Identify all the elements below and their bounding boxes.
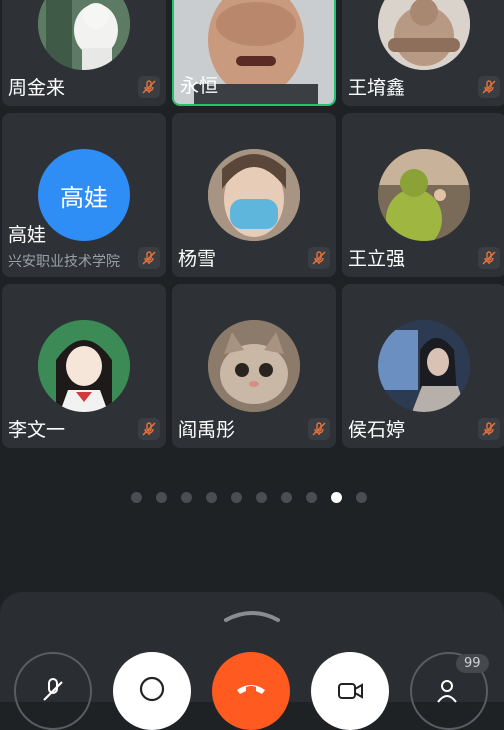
mic-off-icon <box>138 247 160 269</box>
page-dot[interactable] <box>356 492 367 503</box>
mic-off-icon <box>43 678 63 701</box>
participant-tile-active-speaker[interactable]: 永恒 <box>172 0 336 106</box>
mic-off-icon <box>308 418 330 440</box>
avatar <box>208 320 300 412</box>
avatar <box>208 149 300 241</box>
mic-off-icon <box>138 76 160 98</box>
participant-name: 李文一 <box>8 419 66 441</box>
expand-handle-icon[interactable] <box>222 606 282 628</box>
page-indicator[interactable] <box>131 492 367 503</box>
page-dot[interactable] <box>281 492 292 503</box>
mute-mic-button[interactable] <box>14 652 92 730</box>
avatar <box>38 320 130 412</box>
end-call-button[interactable] <box>212 652 290 730</box>
participant-name: 王堉鑫 <box>348 77 406 99</box>
avatar <box>378 149 470 241</box>
participant-name: 高娃 <box>8 224 47 246</box>
avatar <box>38 0 130 70</box>
participant-name: 侯石婷 <box>348 419 406 441</box>
participant-name: 王立强 <box>348 248 406 270</box>
participants-count-badge: 99 <box>456 654 489 673</box>
camera-button[interactable] <box>311 652 389 730</box>
page-dot[interactable] <box>156 492 167 503</box>
avatar: 高娃 <box>38 149 130 241</box>
page-dot[interactable] <box>256 492 267 503</box>
video-camera-icon <box>338 683 363 699</box>
mic-off-icon <box>138 418 160 440</box>
avatar <box>378 0 470 70</box>
participant-name: 杨雪 <box>178 248 217 270</box>
participant-tile[interactable]: 高娃 高娃 兴安职业技术学院 <box>2 113 166 277</box>
mic-off-icon <box>308 247 330 269</box>
participant-name: 周金来 <box>8 77 66 99</box>
participant-name: 阎禹彤 <box>178 419 236 441</box>
participant-tile[interactable]: 王堉鑫 <box>342 0 504 106</box>
people-icon <box>437 680 457 703</box>
page-dot[interactable] <box>206 492 217 503</box>
avatar-initials: 高娃 <box>60 183 108 212</box>
page-dot[interactable] <box>231 492 242 503</box>
page-dot[interactable] <box>306 492 317 503</box>
participant-organization: 兴安职业技术学院 <box>8 254 120 270</box>
speaker-button[interactable] <box>113 652 191 730</box>
page-dot-current[interactable] <box>331 492 342 503</box>
participant-tile[interactable]: 杨雪 <box>172 113 336 277</box>
mic-off-icon <box>478 76 500 98</box>
participant-tile[interactable]: 侯石婷 <box>342 284 504 448</box>
speaker-icon <box>139 676 165 702</box>
page-dot[interactable] <box>131 492 142 503</box>
page-dot[interactable] <box>181 492 192 503</box>
avatar <box>378 320 470 412</box>
participant-tile[interactable]: 阎禹彤 <box>172 284 336 448</box>
participant-tile[interactable]: 王立强 <box>342 113 504 277</box>
participant-tile[interactable]: 李文一 <box>2 284 166 448</box>
mic-off-icon <box>478 247 500 269</box>
hang-up-icon <box>237 685 265 694</box>
participant-tile[interactable]: 周金来 <box>2 0 166 106</box>
participant-name: 永恒 <box>180 75 219 97</box>
mic-off-icon <box>478 418 500 440</box>
